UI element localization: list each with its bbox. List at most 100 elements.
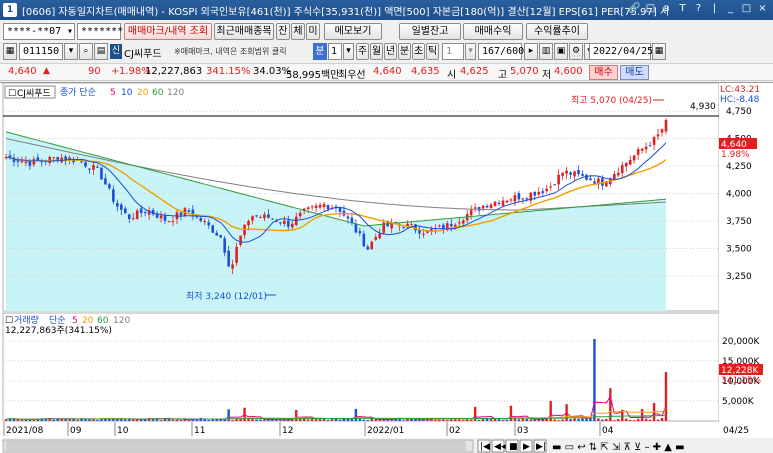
time-axis-label: 2021/08 bbox=[6, 426, 44, 436]
stock-chart[interactable]: ☐ CJ씨푸드 종가 단순 5 10 20 60 120 최고 5,070 (0… bbox=[0, 82, 773, 453]
candle-body bbox=[648, 145, 652, 147]
date-input[interactable]: 2022/04/25 bbox=[589, 43, 653, 60]
help-icon[interactable]: ? bbox=[692, 2, 705, 16]
open-label: 시 bbox=[447, 70, 457, 81]
volume-bar bbox=[239, 419, 242, 421]
volume-bar bbox=[382, 419, 385, 421]
current-price: 4,640 bbox=[8, 66, 37, 77]
data-count-field[interactable]: 167/600 bbox=[478, 43, 524, 60]
price-change: 90 bbox=[88, 66, 101, 77]
bookmark-icon[interactable]: ʙ bbox=[660, 2, 673, 16]
volume-bar bbox=[557, 420, 560, 421]
candle-body bbox=[235, 246, 238, 263]
volume-bar bbox=[358, 418, 362, 421]
legend-ma20: 20 bbox=[137, 88, 149, 98]
stock-list-icon[interactable]: ▦ bbox=[3, 43, 17, 60]
candle-body bbox=[501, 200, 505, 206]
code-dropdown-icon[interactable]: ▾ bbox=[64, 43, 78, 60]
chart-panel[interactable]: ☐ CJ씨푸드 종가 단순 5 10 20 60 120 최고 5,070 (0… bbox=[0, 82, 773, 453]
vol-legend-name: 거래량 bbox=[14, 314, 39, 326]
volume-bar bbox=[402, 420, 405, 421]
buy-button[interactable]: 매수 bbox=[589, 65, 618, 80]
unexecuted-button[interactable]: 미 bbox=[306, 23, 320, 40]
svg-text:▶|: ▶| bbox=[536, 442, 546, 452]
candle-body bbox=[545, 188, 549, 192]
volume-bar bbox=[469, 419, 473, 421]
memo-view-button[interactable]: 메모보기 bbox=[324, 23, 382, 40]
window-mode-icon[interactable]: □ bbox=[644, 2, 657, 16]
password-field[interactable]: ******** bbox=[77, 23, 129, 40]
time-axis-right-label: 04/25 bbox=[723, 426, 749, 436]
volume-bar bbox=[124, 419, 127, 421]
volume-bar bbox=[16, 419, 20, 421]
account-select[interactable]: ****-**07 ▾ bbox=[3, 23, 75, 40]
trade-mark-query-button[interactable]: 매매마크/내역 조회 bbox=[124, 23, 212, 40]
candle-body bbox=[573, 171, 576, 177]
sell-button[interactable]: 매도 bbox=[620, 65, 649, 80]
chart-type-icon[interactable]: ▥ bbox=[539, 43, 553, 60]
candle-body bbox=[605, 182, 608, 187]
candle-body bbox=[652, 137, 656, 145]
candle-body bbox=[378, 233, 382, 239]
font-icon[interactable]: T bbox=[676, 2, 689, 16]
calendar-icon[interactable]: ▦ bbox=[652, 43, 666, 60]
volume-bar bbox=[175, 419, 179, 421]
volume-bar bbox=[20, 419, 24, 421]
volume-bar bbox=[525, 419, 529, 421]
daily-balance-button[interactable]: 일별잔고 bbox=[399, 23, 461, 40]
next-data-icon[interactable]: ▸ bbox=[524, 43, 538, 60]
candle-body bbox=[370, 241, 374, 250]
period-tick[interactable]: 틱 bbox=[426, 43, 439, 60]
price-tick-label: 3,250 bbox=[726, 272, 752, 282]
candle-body bbox=[438, 225, 441, 227]
candle-body bbox=[123, 208, 127, 214]
candle-body bbox=[644, 146, 648, 150]
maximize-icon[interactable]: □ bbox=[740, 2, 753, 16]
settings-icon[interactable]: ⚙ bbox=[569, 43, 583, 60]
legend-ma60: 60 bbox=[152, 88, 164, 98]
minute-value-field[interactable]: 1 bbox=[328, 43, 342, 60]
price-tick-label: 4,000 bbox=[726, 190, 752, 200]
candle-body bbox=[509, 199, 513, 201]
tick-dropdown-icon[interactable]: ▾ bbox=[465, 43, 476, 60]
period-week[interactable]: 주 bbox=[356, 43, 369, 60]
candle-body bbox=[263, 214, 266, 219]
trade-profit-button[interactable]: 매매수익 bbox=[463, 23, 523, 40]
stock-code-input[interactable]: 011150 bbox=[19, 43, 63, 60]
candle-body bbox=[255, 215, 258, 217]
candle-body bbox=[259, 217, 262, 219]
search-icon[interactable]: ⌕ bbox=[79, 43, 93, 60]
volume-bar bbox=[24, 419, 28, 421]
minute-dropdown-icon[interactable]: ▾ bbox=[343, 43, 354, 60]
period-minute[interactable]: 분 bbox=[398, 43, 411, 60]
candle-body bbox=[88, 168, 91, 170]
candle-body bbox=[565, 170, 568, 174]
period-year[interactable]: 년 bbox=[384, 43, 397, 60]
save-icon[interactable]: ▣ bbox=[554, 43, 568, 60]
candle-body bbox=[159, 215, 163, 219]
tick-value-field[interactable]: 1 bbox=[442, 43, 464, 60]
volume-bar bbox=[581, 417, 584, 421]
executed-button[interactable]: 체 bbox=[291, 23, 305, 40]
candle-body bbox=[215, 232, 219, 236]
minimize-icon[interactable]: _ bbox=[724, 2, 737, 16]
recent-trades-button[interactable]: 최근매매종목 bbox=[214, 23, 274, 40]
period-month[interactable]: 월 bbox=[370, 43, 383, 60]
volume-bar bbox=[577, 418, 580, 421]
close-icon[interactable]: × bbox=[756, 2, 769, 16]
volume-bar bbox=[597, 418, 600, 421]
return-trend-button[interactable]: 수익률추이 bbox=[526, 23, 588, 40]
period-minute-label[interactable]: 분 bbox=[313, 43, 327, 60]
volume-bar bbox=[362, 419, 366, 421]
high-label: 고 bbox=[498, 70, 508, 81]
scroll-thumb[interactable] bbox=[6, 441, 466, 451]
period-second[interactable]: 초 bbox=[412, 43, 425, 60]
balance-button[interactable]: 잔 bbox=[276, 23, 290, 40]
stock-info-icon[interactable]: ▤ bbox=[94, 43, 108, 60]
link-icon[interactable]: 🔗 bbox=[628, 2, 641, 16]
volume-bar bbox=[462, 420, 465, 421]
candle-body bbox=[286, 220, 290, 227]
candle-body bbox=[279, 222, 282, 224]
vol-legend-ma-label: 단순 bbox=[49, 315, 66, 326]
volume-bar bbox=[605, 418, 608, 421]
